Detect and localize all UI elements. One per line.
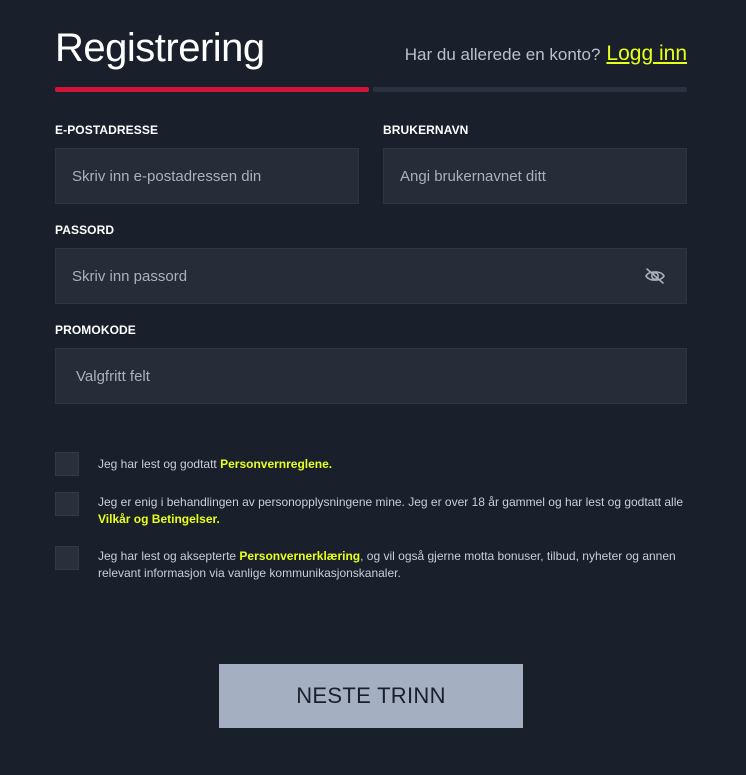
username-input[interactable] [384,149,686,203]
eye-slash-icon[interactable] [644,266,666,286]
consent-privacy-text: Jeg har lest og godtatt Personvernreglen… [98,456,687,473]
consent-terms-checkbox[interactable] [55,492,79,516]
consent-marketing-text: Jeg har lest og aksepterte Personvernerk… [98,548,687,582]
consent-privacy-checkbox[interactable] [55,452,79,476]
email-field-wrapper [55,148,359,204]
login-link[interactable]: Logg inn [606,42,687,65]
consent-terms-text: Jeg er enig i behandlingen av personoppl… [98,494,687,528]
step-progress-bar [55,87,687,92]
promo-input[interactable] [56,349,686,403]
step-progress-remaining [373,87,687,92]
privacy-policy-link[interactable]: Personvernreglene. [220,457,332,471]
registration-form: Registrering Har du allerede en konto? Lo… [55,0,687,580]
username-label: BRUKERNAVN [383,123,469,137]
promo-field-wrapper [55,348,687,404]
have-account-text: Har du allerede en konto? [404,45,601,64]
password-label: PASSORD [55,223,115,237]
consent-privacy-label: Jeg har lest og godtatt [98,457,221,471]
consent-marketing-label: Jeg har lest og aksepterte [98,549,240,563]
username-field-wrapper [383,148,687,204]
form-header: Registrering Har du allerede en konto? Lo… [55,0,687,92]
password-input[interactable] [56,249,686,303]
email-input[interactable] [56,149,358,203]
password-field-wrapper [55,248,687,304]
privacy-statement-link[interactable]: Personvernerklæring [239,549,360,563]
promo-label: PROMOKODE [55,323,136,337]
page-title: Registrering [55,26,265,70]
email-label: E-POSTADRESSE [55,123,159,137]
consent-marketing-checkbox[interactable] [55,546,79,570]
login-prompt: Har du allerede en konto? Logg inn [405,42,687,66]
step-progress-completed [55,87,369,92]
consent-terms-label: Jeg er enig i behandlingen av personoppl… [98,495,684,509]
next-step-button[interactable]: NESTE TRINN [219,664,523,728]
terms-link[interactable]: Vilkår og Betingelser. [98,512,220,526]
